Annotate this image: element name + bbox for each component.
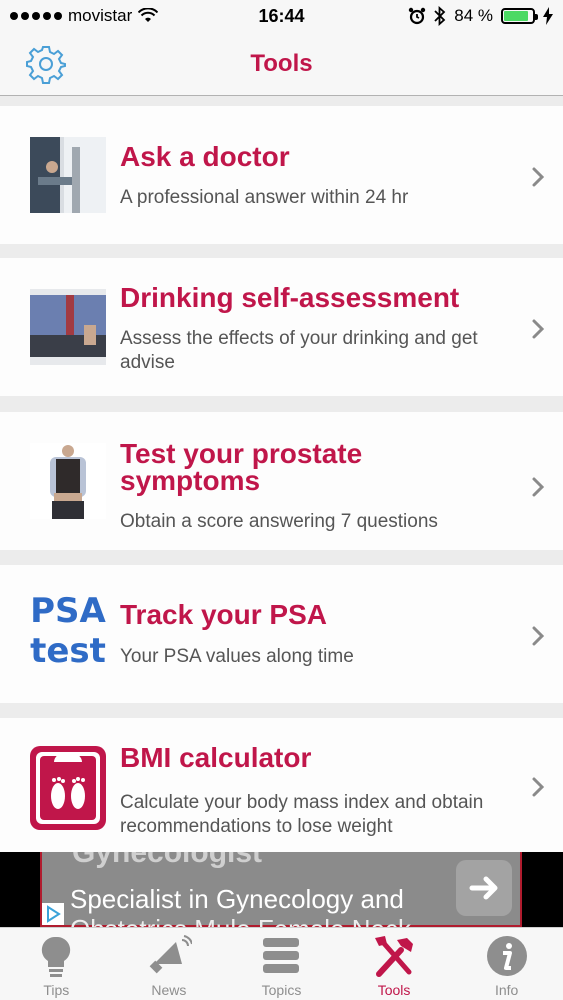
battery-icon xyxy=(501,8,538,24)
chevron-right-icon xyxy=(532,167,545,187)
navigation-bar: Tools xyxy=(0,32,563,96)
charging-bolt-icon xyxy=(543,7,553,25)
megaphone-icon xyxy=(149,935,192,974)
ad-text: Specialist in Gynecology and xyxy=(70,884,404,914)
scale-icon xyxy=(30,746,106,830)
man-standing-photo xyxy=(30,443,106,519)
tool-card-ask-doctor[interactable]: Ask a doctor A professional answer withi… xyxy=(0,106,563,244)
tool-card-prostate-symptoms[interactable]: Test your prostate symptoms Obtain a sco… xyxy=(0,412,563,550)
doctor-consultation-photo xyxy=(30,137,106,213)
man-drinking-photo xyxy=(30,289,106,365)
tool-title: BMI calculator xyxy=(120,742,312,773)
arrow-right-icon xyxy=(469,876,498,900)
chevron-right-icon xyxy=(532,477,545,497)
tool-description: Your PSA values along time xyxy=(120,646,354,667)
bluetooth-icon xyxy=(434,6,446,26)
list-icon xyxy=(263,938,300,973)
info-icon xyxy=(486,936,527,976)
ad-heading: Gynecologist xyxy=(72,852,263,869)
ad-content[interactable]: Gynecologist Specialist in Gynecology an… xyxy=(40,852,522,927)
chevron-right-icon xyxy=(532,777,545,797)
status-bar: movistar 16:44 84 % xyxy=(0,0,563,32)
status-right: 84 % xyxy=(408,6,553,26)
tool-card-bmi-calculator[interactable]: BMI calculator Calculate your body mass … xyxy=(0,718,563,852)
tool-description: A professional answer within 24 hr xyxy=(120,187,409,208)
adchoices-icon[interactable] xyxy=(42,903,64,925)
page-title: Tools xyxy=(250,50,313,77)
tab-label: Tools xyxy=(377,982,411,998)
tool-title: Drinking self-assessment xyxy=(120,282,460,313)
tab-bar: Tips News Topics Tools Info xyxy=(0,927,563,1000)
psa-badge-line1: PSA xyxy=(30,591,106,631)
tool-title: Test your prostate symptoms xyxy=(120,438,363,496)
psa-test-badge: PSA test xyxy=(30,591,106,671)
tab-label: Info xyxy=(494,982,519,998)
tool-card-track-psa[interactable]: PSA test Track your PSA Your PSA values … xyxy=(0,565,563,703)
tool-description: Assess the effects of your drinking and … xyxy=(120,328,478,373)
ad-text-line2: Obstetrics Mule Female Neck xyxy=(70,914,411,927)
tab-tools[interactable]: Tools xyxy=(338,928,451,1000)
lightbulb-icon xyxy=(42,936,71,977)
chevron-right-icon xyxy=(532,626,545,646)
ad-banner[interactable]: Gynecologist Specialist in Gynecology an… xyxy=(0,852,563,927)
battery-percent: 84 % xyxy=(454,6,493,25)
tool-title: Ask a doctor xyxy=(120,141,290,172)
chevron-right-icon xyxy=(532,319,545,339)
tab-news[interactable]: News xyxy=(113,928,226,1000)
tab-topics[interactable]: Topics xyxy=(225,928,338,1000)
tab-label: Topics xyxy=(261,982,302,998)
tool-title: Track your PSA xyxy=(120,599,327,630)
alarm-clock-icon xyxy=(409,7,426,25)
ad-arrow-button[interactable] xyxy=(456,860,512,916)
tool-card-drinking-assessment[interactable]: Drinking self-assessment Assess the effe… xyxy=(0,258,563,396)
tools-icon xyxy=(375,936,414,977)
tab-info[interactable]: Info xyxy=(450,928,563,1000)
tool-description: Obtain a score answering 7 questions xyxy=(120,511,438,532)
tab-label: Tips xyxy=(43,982,70,998)
psa-badge-line2: test xyxy=(30,631,106,671)
tab-tips[interactable]: Tips xyxy=(0,928,113,1000)
tool-description: Calculate your body mass index and obtai… xyxy=(120,792,484,837)
battery-fill xyxy=(504,11,528,21)
tab-label: News xyxy=(151,982,187,998)
